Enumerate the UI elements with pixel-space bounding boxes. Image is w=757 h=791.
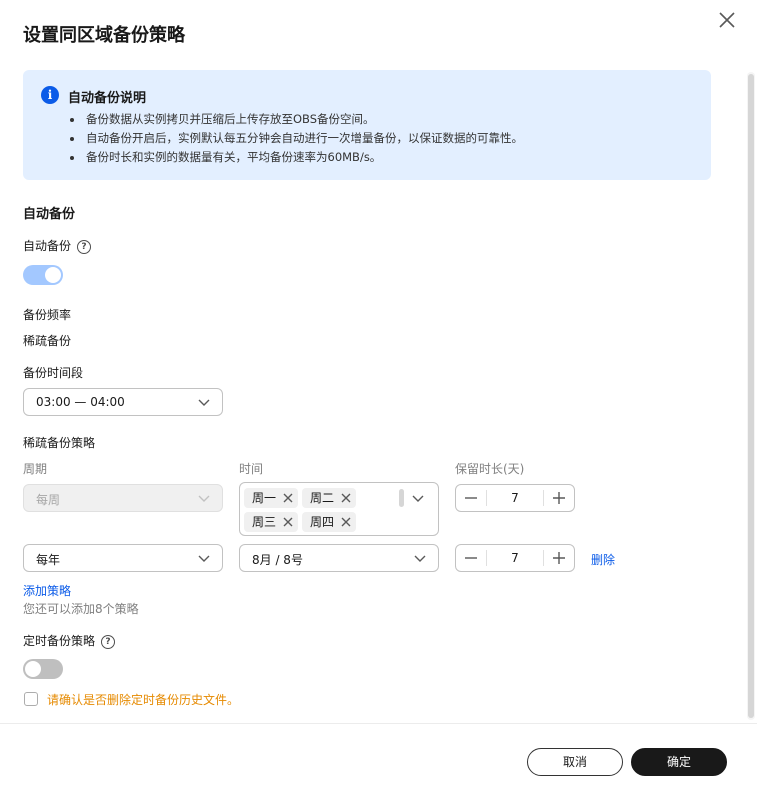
scrollbar-thumb[interactable]	[748, 74, 754, 718]
retention-stepper[interactable]: 7	[455, 484, 575, 512]
tag-label: 周三	[252, 515, 277, 529]
toggle-knob	[25, 661, 41, 677]
col-header-cycle: 周期	[23, 462, 48, 476]
add-policy-hint: 您还可以添加8个策略	[23, 602, 139, 616]
help-icon[interactable]: ?	[101, 634, 116, 649]
tag-label: 周四	[310, 515, 335, 529]
weekday-multiselect[interactable]: 周一 周二 周三 周四	[239, 482, 439, 536]
dialog-title: 设置同区域备份策略	[23, 25, 185, 46]
tag-weekday: 周二	[302, 488, 356, 508]
info-title: 自动备份说明	[68, 91, 147, 106]
close-icon[interactable]	[340, 492, 352, 504]
tag-label: 周一	[252, 491, 277, 505]
delete-history-checkbox[interactable]	[24, 692, 38, 706]
info-list: 备份数据从实例拷贝并压缩后上传存放至OBS备份空间。 自动备份开启后，实例默认每…	[70, 110, 523, 167]
close-icon[interactable]	[282, 516, 294, 528]
retention-value[interactable]: 7	[487, 551, 543, 565]
scheduled-backup-label-text: 定时备份策略	[23, 634, 96, 648]
info-panel: i 自动备份说明 备份数据从实例拷贝并压缩后上传存放至OBS备份空间。 自动备份…	[23, 70, 711, 180]
chevron-down-icon	[198, 555, 210, 562]
date-select[interactable]: 8月 / 8号	[239, 544, 439, 572]
retention-stepper[interactable]: 7	[455, 544, 575, 572]
scheduled-backup-label: 定时备份策略?	[23, 632, 116, 649]
section-title-auto-backup: 自动备份	[23, 207, 76, 222]
close-icon[interactable]	[716, 9, 738, 31]
info-item: 备份数据从实例拷贝并压缩后上传存放至OBS备份空间。	[70, 110, 523, 129]
col-header-time: 时间	[239, 462, 264, 476]
minus-icon[interactable]	[456, 485, 486, 511]
chevron-down-icon	[198, 495, 210, 502]
footer-divider	[0, 723, 757, 724]
toggle-knob	[45, 267, 61, 283]
sparse-policy-title: 稀疏备份策略	[23, 436, 96, 450]
frequency-value: 稀疏备份	[23, 334, 72, 348]
minus-icon[interactable]	[456, 545, 486, 571]
close-icon[interactable]	[340, 516, 352, 528]
cycle-select-value: 每周	[36, 493, 61, 507]
tag-weekday: 周一	[244, 488, 298, 508]
confirm-button[interactable]: 确定	[631, 748, 727, 776]
delete-history-warning: 请确认是否删除定时备份历史文件。	[47, 693, 240, 707]
info-icon: i	[41, 86, 59, 104]
close-icon[interactable]	[282, 492, 294, 504]
tag-label: 周二	[310, 491, 335, 505]
chevron-down-icon	[414, 555, 426, 562]
col-header-retention: 保留时长(天)	[455, 462, 525, 476]
cycle-select-value: 每年	[36, 553, 61, 567]
chevron-down-icon[interactable]	[412, 493, 424, 503]
cancel-button[interactable]: 取消	[527, 748, 623, 776]
period-select-value: 03:00 — 04:00	[36, 395, 125, 409]
date-select-value: 8月 / 8号	[252, 553, 303, 567]
info-item: 备份时长和实例的数据量有关，平均备份速率为60MB/s。	[70, 148, 523, 167]
delete-policy-link[interactable]: 删除	[591, 551, 615, 568]
multiselect-scrollbar[interactable]	[399, 489, 404, 507]
cycle-select-yearly[interactable]: 每年	[23, 544, 223, 572]
help-icon[interactable]: ?	[77, 239, 92, 254]
scheduled-backup-toggle[interactable]	[23, 659, 63, 679]
period-select[interactable]: 03:00 — 04:00	[23, 388, 223, 416]
tag-weekday: 周三	[244, 512, 298, 532]
add-policy-link[interactable]: 添加策略	[23, 582, 71, 599]
plus-icon[interactable]	[544, 545, 574, 571]
chevron-down-icon	[198, 399, 210, 406]
cycle-select-weekly: 每周	[23, 484, 223, 512]
plus-icon[interactable]	[544, 485, 574, 511]
frequency-label: 备份频率	[23, 308, 72, 322]
auto-backup-toggle[interactable]	[23, 265, 63, 285]
tag-weekday: 周四	[302, 512, 356, 532]
period-label: 备份时间段	[23, 366, 84, 380]
info-item: 自动备份开启后，实例默认每五分钟会自动进行一次增量备份，以保证数据的可靠性。	[70, 129, 523, 148]
auto-backup-label-text: 自动备份	[23, 239, 72, 253]
retention-value[interactable]: 7	[487, 491, 543, 505]
auto-backup-label: 自动备份?	[23, 237, 92, 254]
